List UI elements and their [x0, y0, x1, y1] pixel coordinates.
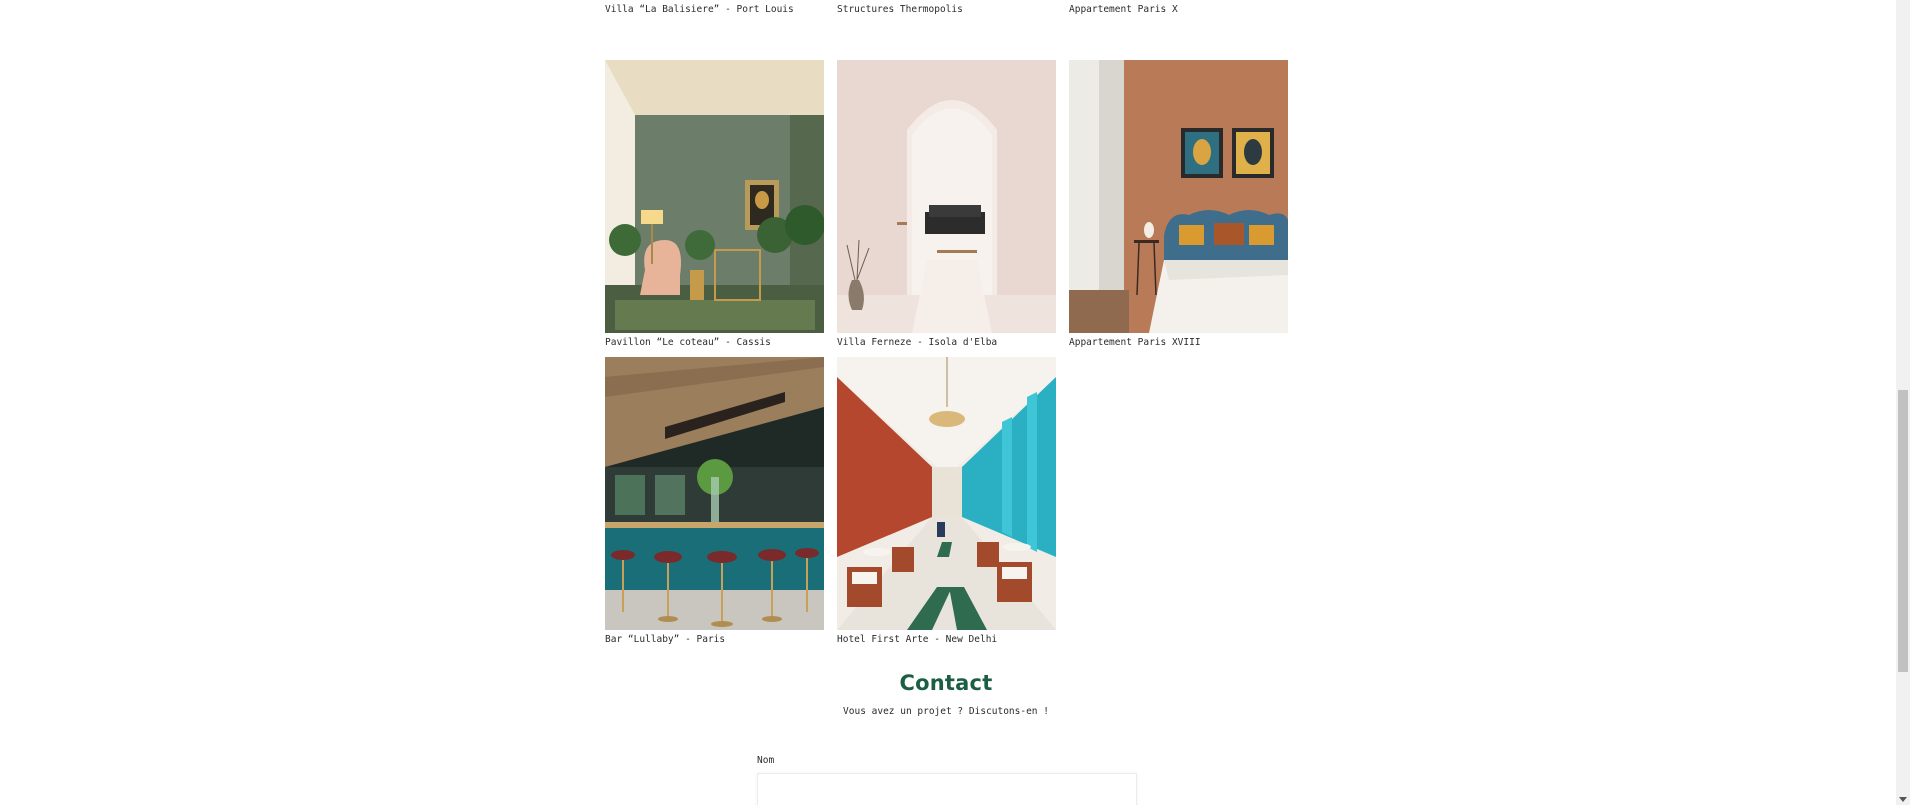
project-caption[interactable]: Appartement Paris XVIII — [1069, 337, 1288, 349]
project-card[interactable]: Appartement Paris XVIII — [1069, 60, 1288, 349]
project-image-pavillon-le-coteau[interactable] — [605, 60, 824, 333]
vertical-scrollbar[interactable] — [1896, 0, 1910, 805]
project-card[interactable]: Structures Thermopolis — [837, 0, 1056, 16]
project-caption[interactable]: Appartement Paris X — [1069, 4, 1288, 16]
page: Villa “La Balisiere” - Port Louis Struct… — [0, 0, 1910, 805]
project-photo — [837, 60, 1056, 333]
project-photo — [605, 357, 824, 630]
project-card[interactable]: Hotel First Arte - New Delhi — [837, 357, 1056, 646]
project-card[interactable]: Villa “La Balisiere” - Port Louis — [605, 0, 824, 16]
project-photo — [605, 60, 824, 333]
project-caption[interactable]: Hotel First Arte - New Delhi — [837, 634, 1056, 646]
project-card[interactable]: Villa Ferneze - Isola d'Elba — [837, 60, 1056, 349]
project-image-hotel-first-arte[interactable] — [837, 357, 1056, 630]
contact-subtitle: Vous avez un projet ? Discutons-en ! — [843, 706, 1049, 717]
project-image-bar-lullaby[interactable] — [605, 357, 824, 630]
project-card[interactable]: Appartement Paris X — [1069, 0, 1288, 16]
project-caption[interactable]: Villa Ferneze - Isola d'Elba — [837, 337, 1056, 349]
project-card[interactable]: Bar “Lullaby” - Paris — [605, 357, 824, 646]
project-image-villa-ferneze[interactable] — [837, 60, 1056, 333]
contact-title: Contact — [899, 671, 993, 695]
project-caption[interactable]: Bar “Lullaby” - Paris — [605, 634, 824, 646]
scroll-down-arrow-icon[interactable] — [1899, 797, 1907, 802]
project-caption[interactable]: Villa “La Balisiere” - Port Louis — [605, 4, 824, 16]
project-card[interactable]: Pavillon “Le coteau” - Cassis — [605, 60, 824, 349]
name-field[interactable] — [757, 773, 1137, 805]
project-caption[interactable]: Pavillon “Le coteau” - Cassis — [605, 337, 824, 349]
scrollbar-thumb[interactable] — [1898, 390, 1908, 672]
project-photo — [837, 357, 1056, 630]
project-photo — [1069, 60, 1288, 333]
project-image-appartement-paris-xviii[interactable] — [1069, 60, 1288, 333]
project-caption[interactable]: Structures Thermopolis — [837, 4, 1056, 16]
name-field-label: Nom — [757, 755, 775, 766]
